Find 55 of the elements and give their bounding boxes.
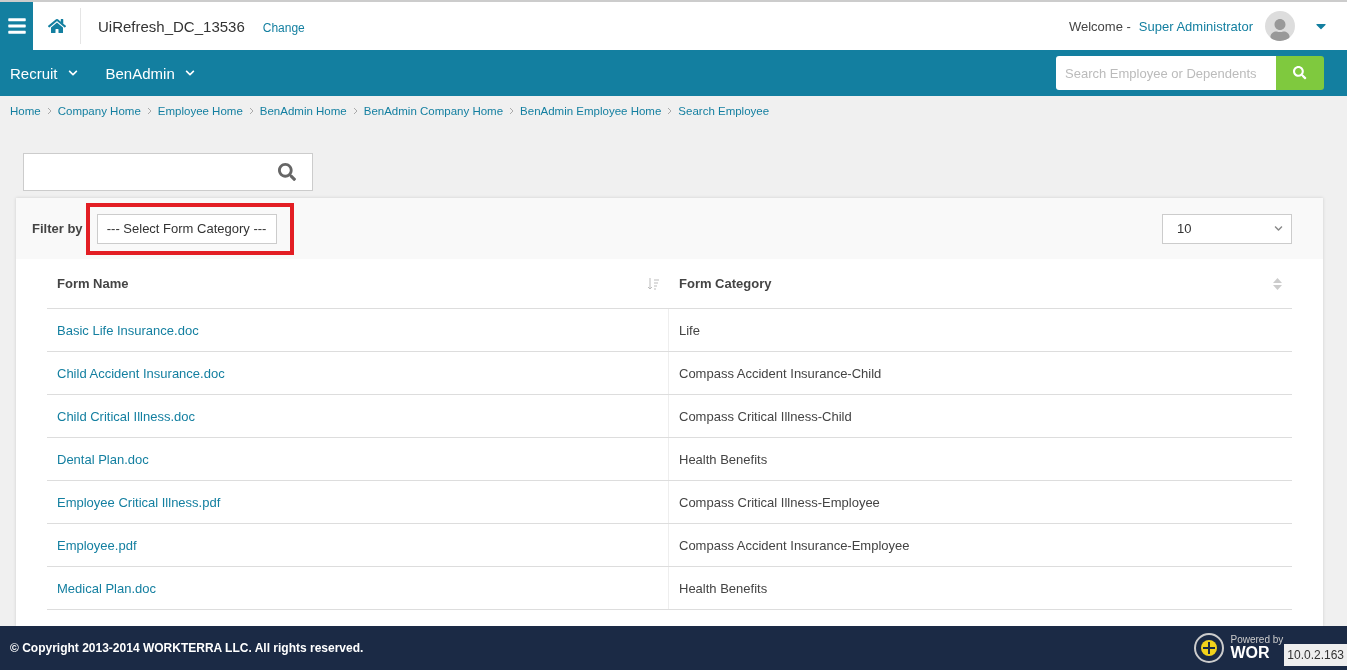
avatar-icon[interactable] bbox=[1265, 11, 1295, 41]
search-icon bbox=[1293, 66, 1307, 80]
breadcrumb-link[interactable]: BenAdmin Home bbox=[259, 105, 347, 117]
chevron-down-icon bbox=[67, 68, 78, 78]
breadcrumb-link[interactable]: Employee Home bbox=[157, 105, 243, 117]
version-label: 10.0.2.163 bbox=[1284, 644, 1347, 666]
category-select[interactable]: --- Select Form Category --- bbox=[96, 213, 277, 244]
menu-icon[interactable] bbox=[0, 2, 33, 50]
copyright-text: © Copyright 2013-2014 WORKTERRA LLC. All rights reserved. bbox=[10, 641, 364, 655]
sort-ascending-icon[interactable] bbox=[647, 276, 659, 291]
search-button[interactable] bbox=[1276, 56, 1324, 90]
filter-label: Filter by bbox=[32, 221, 83, 236]
table-cell-text: Compass Critical Illness-Child bbox=[678, 407, 853, 426]
breadcrumb-link[interactable]: Company Home bbox=[57, 105, 141, 117]
search-icon[interactable] bbox=[278, 163, 296, 181]
nav-menu[interactable]: Recruit bbox=[10, 64, 78, 82]
table-cell-text: Compass Accident Insurance-Child bbox=[678, 364, 883, 383]
chevron-down-icon bbox=[184, 68, 195, 78]
form-link[interactable]: Dental Plan.doc bbox=[57, 451, 149, 467]
change-link[interactable]: Change bbox=[262, 20, 305, 35]
user-name-link[interactable]: Super Administrator bbox=[1138, 18, 1253, 34]
chevron-icon bbox=[46, 107, 52, 115]
form-link[interactable]: Employee Critical Illness.pdf bbox=[57, 494, 221, 510]
breadcrumb-link[interactable]: Search Employee bbox=[678, 105, 770, 117]
breadcrumb-link[interactable]: BenAdmin Company Home bbox=[363, 105, 504, 117]
logo-icon bbox=[1193, 632, 1226, 664]
chevron-icon bbox=[509, 107, 515, 115]
employee-search-field[interactable]: Search Employee or Dependents bbox=[1056, 56, 1276, 90]
chevron-down-icon bbox=[1274, 224, 1283, 233]
table-cell-text: Life bbox=[678, 321, 701, 340]
search-field[interactable] bbox=[23, 153, 313, 191]
column-header[interactable]: Form Name bbox=[57, 276, 129, 291]
powered-by-text: Powered by bbox=[1230, 635, 1284, 645]
chevron-icon bbox=[667, 107, 673, 115]
form-link[interactable]: Medical Plan.doc bbox=[57, 580, 156, 596]
table-cell-text: Health Benefits bbox=[678, 579, 769, 598]
chevron-icon bbox=[146, 107, 152, 115]
column-header[interactable]: Form Category bbox=[679, 276, 772, 291]
chevron-icon bbox=[352, 107, 358, 115]
table-cell-text: Compass Critical Illness-Employee bbox=[678, 493, 881, 512]
chevron-icon bbox=[248, 107, 254, 115]
table-cell-text: Health Benefits bbox=[678, 450, 769, 469]
breadcrumb-link[interactable]: Home bbox=[10, 105, 41, 117]
form-link[interactable]: Basic Life Insurance.doc bbox=[57, 322, 199, 338]
brand-text: WOR bbox=[1230, 645, 1271, 661]
page-size-select[interactable]: 10 bbox=[1162, 213, 1292, 244]
sort-icon[interactable] bbox=[1273, 277, 1282, 290]
form-link[interactable]: Child Accident Insurance.doc bbox=[57, 365, 225, 381]
table-cell-text: Compass Accident Insurance-Employee bbox=[678, 536, 911, 555]
form-link[interactable]: Child Critical Illness.doc bbox=[57, 408, 195, 424]
welcome-text: Welcome - bbox=[1068, 18, 1131, 34]
company-name: UiRefresh_DC_13536 bbox=[98, 17, 245, 35]
nav-menu[interactable]: BenAdmin bbox=[105, 64, 195, 82]
breadcrumb-link[interactable]: BenAdmin Employee Home bbox=[520, 105, 662, 117]
form-link[interactable]: Employee.pdf bbox=[57, 537, 137, 553]
